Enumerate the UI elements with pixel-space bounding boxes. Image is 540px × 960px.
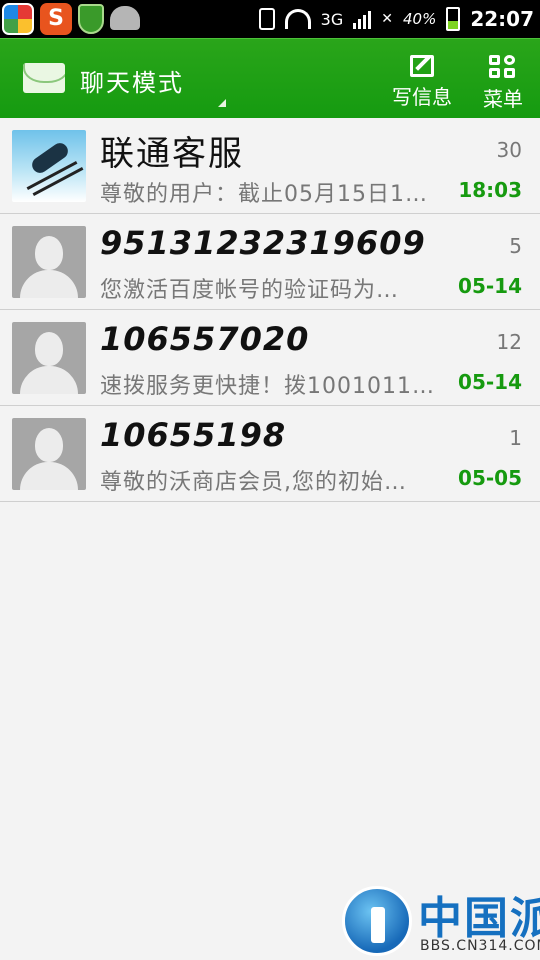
conversation-row[interactable]: 106557020 速拨服务更快捷！拨1001011… 12 05-14 <box>0 310 540 406</box>
dropdown-caret-icon <box>218 99 226 107</box>
app-360-icon <box>2 3 34 35</box>
default-contact-avatar[interactable] <box>12 322 86 394</box>
action-bar: 聊天模式 写信息 菜单 <box>0 38 540 118</box>
contact-photo-avatar[interactable] <box>12 130 86 202</box>
menu-button[interactable]: 菜单 <box>476 49 530 111</box>
watermark-text: 中国派 <box>418 893 540 944</box>
compose-label: 写信息 <box>392 85 452 109</box>
message-time: 18:03 <box>458 178 522 202</box>
message-count: 5 <box>509 234 522 258</box>
message-count: 30 <box>496 138 522 162</box>
no-sim-icon: ✕ <box>381 11 393 27</box>
grid-menu-icon <box>489 55 517 79</box>
message-preview: 速拨服务更快捷！拨1001011… <box>100 374 435 399</box>
contact-name: 10655198 <box>100 416 287 454</box>
vibrate-icon <box>258 8 275 30</box>
sogou-input-icon: S <box>40 3 72 35</box>
message-preview: 尊敬的用户：截止05月15日1… <box>100 182 428 207</box>
conversation-row[interactable]: 95131232319609 您激活百度帐号的验证码为… 5 05-14 <box>0 214 540 310</box>
message-time: 05-14 <box>458 274 522 298</box>
battery-percent: 40% <box>402 10 437 28</box>
status-bar: S 3G ✕ 40% 22:07 <box>0 0 540 38</box>
conversation-row[interactable]: 联通客服 尊敬的用户：截止05月15日1… 30 18:03 <box>0 118 540 214</box>
default-contact-avatar[interactable] <box>12 418 86 490</box>
message-time: 05-05 <box>458 466 522 490</box>
cn314-logo-icon <box>342 886 412 956</box>
shield-app-icon <box>78 4 104 34</box>
mode-selector[interactable]: 聊天模式 <box>80 63 184 98</box>
compose-button[interactable]: 写信息 <box>386 49 458 111</box>
contact-name: 95131232319609 <box>100 224 426 262</box>
compose-icon <box>410 55 434 77</box>
message-time: 05-14 <box>458 370 522 394</box>
battery-icon <box>446 7 461 31</box>
menu-label: 菜单 <box>483 87 523 111</box>
signal-icon <box>353 9 372 29</box>
message-count: 1 <box>509 426 522 450</box>
network-type: 3G <box>320 9 344 29</box>
conversation-list: 联通客服 尊敬的用户：截止05月15日1… 30 18:03 951312323… <box>0 118 540 502</box>
watermark-url: BBS.CN314.COM <box>420 938 540 954</box>
conversation-row[interactable]: 10655198 尊敬的沃商店会员,您的初始… 1 05-05 <box>0 406 540 502</box>
clock: 22:07 <box>470 7 534 31</box>
contact-name: 106557020 <box>100 320 310 358</box>
wifi-icon <box>284 9 311 29</box>
message-count: 12 <box>496 330 522 354</box>
message-preview: 您激活百度帐号的验证码为… <box>100 278 400 303</box>
message-preview: 尊敬的沃商店会员,您的初始… <box>100 470 407 495</box>
watermark: 中国派 BBS.CN314.COM <box>338 880 540 958</box>
default-contact-avatar[interactable] <box>12 226 86 298</box>
contact-name: 联通客服 <box>100 134 244 174</box>
envelope-icon[interactable] <box>23 63 65 93</box>
android-icon <box>110 6 140 30</box>
